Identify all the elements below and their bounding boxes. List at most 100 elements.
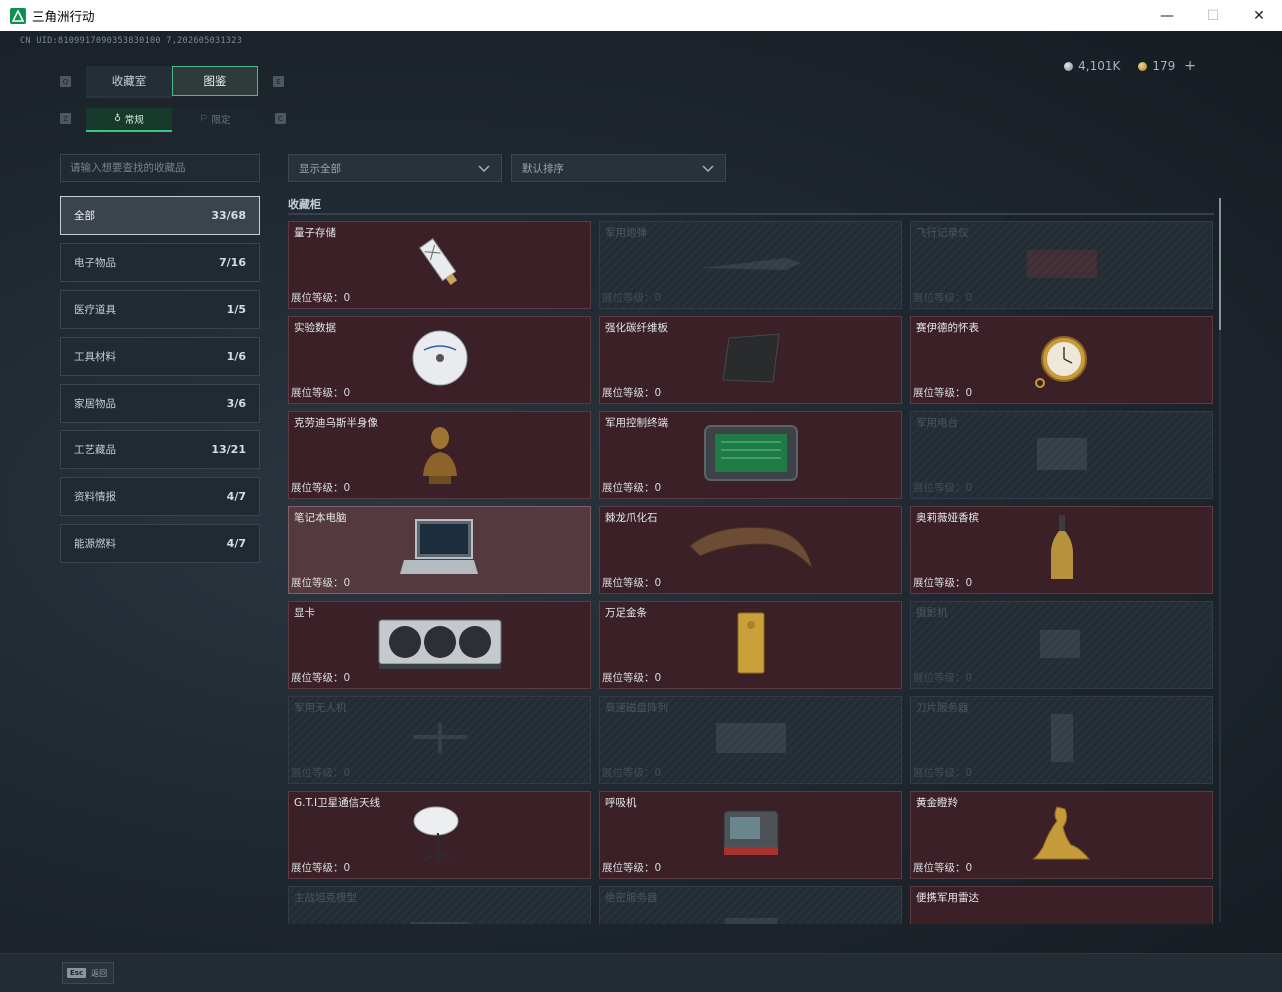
- item-card[interactable]: G.T.I卫星通信天线 展位等级：0: [288, 791, 591, 879]
- category-count: 1/6: [226, 350, 246, 363]
- level-label: 展位等级：: [602, 292, 655, 304]
- app-logo-icon: [10, 7, 26, 24]
- sort-value: 默认排序: [522, 162, 564, 175]
- level-label: 展位等级：: [291, 862, 344, 874]
- item-card[interactable]: 万足金条 展位等级：0: [599, 601, 902, 689]
- esc-key-hint: Esc: [67, 968, 87, 978]
- tab-catalog[interactable]: 图鉴: [172, 66, 258, 96]
- item-card[interactable]: 军用电台 展位等级：0: [910, 411, 1213, 499]
- close-button[interactable]: ✕: [1236, 0, 1282, 31]
- military-radio-icon: [1036, 438, 1087, 471]
- item-level: 展位等级：0: [913, 860, 972, 875]
- category-household[interactable]: 家居物品 3/6: [60, 384, 260, 423]
- item-card[interactable]: 刀片服务器 展位等级：0: [910, 696, 1213, 784]
- search-box[interactable]: [60, 154, 260, 182]
- back-button[interactable]: Esc 返回: [62, 962, 114, 984]
- grid-scrollbar-thumb[interactable]: [1219, 198, 1221, 330]
- level-label: 展位等级：: [913, 767, 966, 779]
- item-name: 摄影机: [916, 607, 948, 619]
- section-divider: [288, 213, 1214, 215]
- data-disc-icon: [412, 330, 467, 386]
- level-value: 0: [654, 577, 662, 589]
- category-count: 7/16: [219, 256, 246, 269]
- level-label: 展位等级：: [913, 577, 966, 589]
- item-card[interactable]: 显卡 展位等级：0: [288, 601, 591, 689]
- item-card[interactable]: 便携军用雷达 展位等级：0: [910, 886, 1213, 924]
- category-label: 能源燃料: [74, 538, 116, 550]
- item-card[interactable]: 呼吸机 展位等级：0: [599, 791, 902, 879]
- item-card[interactable]: 绝密服务器 展位等级：0: [599, 886, 902, 924]
- item-card[interactable]: 主战坦克模型 展位等级：0: [288, 886, 591, 924]
- item-card[interactable]: 赛伊德的怀表 展位等级：0: [910, 316, 1213, 404]
- category-label: 工艺藏品: [74, 444, 116, 456]
- item-card[interactable]: 军用炮弹 展位等级：0: [599, 221, 902, 309]
- level-value: 0: [965, 862, 973, 874]
- item-card[interactable]: 量子存储 展位等级：0: [288, 221, 591, 309]
- fossil-claw-icon: [688, 527, 813, 570]
- category-medical[interactable]: 医疗道具 1/5: [60, 290, 260, 329]
- category-electronics[interactable]: 电子物品 7/16: [60, 243, 260, 282]
- item-card[interactable]: 军用控制终端 展位等级：0: [599, 411, 902, 499]
- user-uid: CN UID:8109917090353830100 7,20260503132…: [20, 36, 243, 46]
- category-tools[interactable]: 工具材料 1/6: [60, 337, 260, 376]
- item-card[interactable]: 克劳迪乌斯半身像 展位等级：0: [288, 411, 591, 499]
- laptop-icon: [399, 519, 478, 575]
- camera-icon: [1039, 630, 1080, 659]
- category-label: 医疗道具: [74, 304, 116, 316]
- level-value: 0: [965, 292, 973, 304]
- item-name: 军用无人机: [294, 702, 347, 714]
- item-card[interactable]: 笔记本电脑 展位等级：0: [288, 506, 591, 594]
- drone-icon: [412, 723, 467, 754]
- normal-icon: ♁: [114, 114, 121, 124]
- item-name: 棘龙爪化石: [605, 512, 658, 524]
- item-name: 呼吸机: [605, 797, 637, 809]
- display-filter-value: 显示全部: [299, 162, 341, 175]
- item-card[interactable]: 飞行记录仪 展位等级：0: [910, 221, 1213, 309]
- pocket-watch-icon: [1034, 336, 1087, 389]
- gold-coin-icon: [1138, 61, 1148, 71]
- item-name: 克劳迪乌斯半身像: [294, 417, 378, 429]
- level-label: 展位等级：: [291, 292, 344, 304]
- item-card[interactable]: 军用无人机 展位等级：0: [288, 696, 591, 784]
- category-crafts[interactable]: 工艺藏品 13/21: [60, 430, 260, 469]
- level-value: 0: [965, 482, 973, 494]
- item-level: 展位等级：0: [602, 575, 661, 590]
- subtab-limited[interactable]: ⚐ 限定: [172, 108, 258, 130]
- level-label: 展位等级：: [291, 767, 344, 779]
- item-name: 万足金条: [605, 607, 647, 619]
- item-name: G.T.I卫星通信天线: [294, 797, 381, 809]
- level-value: 0: [654, 672, 662, 684]
- minimize-button[interactable]: —: [1144, 0, 1190, 31]
- item-name: 军用电台: [916, 417, 958, 429]
- maximize-button[interactable]: ☐: [1190, 0, 1236, 31]
- item-level: 展位等级：0: [291, 385, 350, 400]
- item-level: 展位等级：0: [913, 385, 972, 400]
- level-value: 0: [343, 387, 351, 399]
- subtab-normal[interactable]: ♁ 常规: [86, 108, 172, 132]
- display-filter-dropdown[interactable]: 显示全部: [288, 154, 502, 182]
- item-card[interactable]: 实验数据 展位等级：0: [288, 316, 591, 404]
- quantum-storage-icon: [418, 238, 457, 286]
- item-level: 展位等级：0: [291, 575, 350, 590]
- item-card[interactable]: 奥莉薇娅香槟 展位等级：0: [910, 506, 1213, 594]
- level-label: 展位等级：: [602, 387, 655, 399]
- category-intel[interactable]: 资料情报 4/7: [60, 477, 260, 516]
- sort-dropdown[interactable]: 默认排序: [511, 154, 726, 182]
- item-card[interactable]: 摄影机 展位等级：0: [910, 601, 1213, 689]
- item-card[interactable]: 强化碳纤维板 展位等级：0: [599, 316, 902, 404]
- search-input[interactable]: [61, 155, 259, 181]
- category-all[interactable]: 全部 33/68: [60, 196, 260, 235]
- item-name: 刀片服务器: [916, 702, 969, 714]
- category-label: 家居物品: [74, 398, 116, 410]
- tab-collection-room[interactable]: 收藏室: [86, 66, 172, 98]
- gold-currency[interactable]: 179 +: [1138, 58, 1196, 74]
- item-card[interactable]: 棘龙爪化石 展位等级：0: [599, 506, 902, 594]
- add-currency-button[interactable]: +: [1184, 58, 1196, 74]
- bust-statue-icon: [422, 427, 457, 485]
- level-label: 展位等级：: [913, 862, 966, 874]
- item-card[interactable]: 黄金瞪羚 展位等级：0: [910, 791, 1213, 879]
- graphics-card-icon: [378, 619, 501, 670]
- item-card[interactable]: 高速磁盘阵列 展位等级：0: [599, 696, 902, 784]
- category-fuel[interactable]: 能源燃料 4/7: [60, 524, 260, 563]
- silver-coin-icon: [1064, 61, 1074, 71]
